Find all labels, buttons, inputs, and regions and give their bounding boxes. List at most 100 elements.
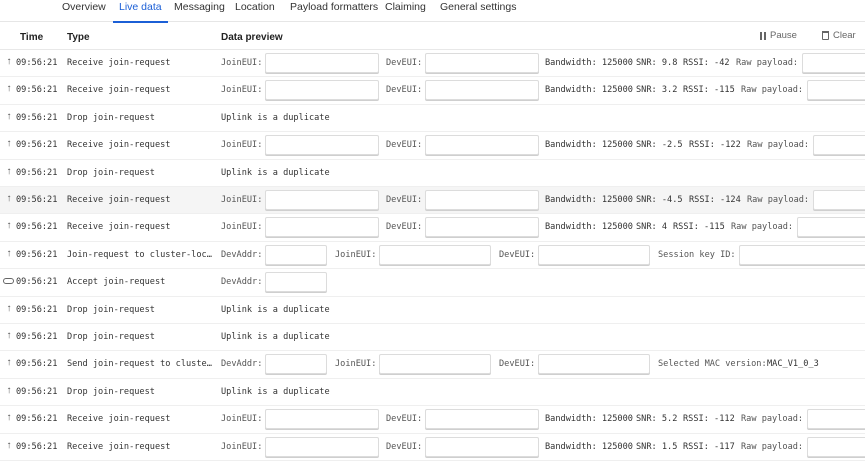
join-eui-value[interactable] — [265, 53, 379, 73]
clear-button[interactable]: Clear — [822, 30, 856, 41]
event-type: Drop join-request — [67, 332, 155, 342]
raw-payload-value[interactable] — [813, 135, 865, 156]
raw-payload-value[interactable] — [797, 217, 865, 238]
tab-messaging[interactable]: Messaging — [174, 0, 225, 22]
rssi-value: RSSI: -112 — [683, 414, 735, 425]
table-row[interactable]: ↑ 09:56:21 Drop join-request Uplink is a du… — [0, 324, 865, 352]
tab-claiming[interactable]: Claiming — [385, 0, 426, 22]
session-key-value[interactable] — [739, 244, 865, 265]
tab-general-settings[interactable]: General settings — [440, 0, 516, 22]
tab-live-data[interactable]: Live data — [113, 0, 168, 23]
data-preview: Uplink is a duplicate — [221, 297, 865, 324]
join-eui-label: JoinEUI: — [221, 441, 263, 452]
table-row[interactable]: ↑ 09:56:21 Send join-request to cluster… De… — [0, 351, 865, 379]
dev-eui-value[interactable] — [425, 190, 539, 210]
join-eui-label: JoinEUI: — [335, 359, 377, 370]
table-row[interactable]: ↑ 09:56:21 Receive join-request JoinEUI: Dev… — [0, 406, 865, 434]
table-row[interactable]: ↑ 09:56:21 Receive join-request JoinEUI: Dev… — [0, 50, 865, 78]
join-eui-value[interactable] — [379, 244, 491, 265]
raw-payload-value[interactable] — [807, 80, 865, 101]
raw-payload-label: Raw payload: — [731, 222, 794, 233]
table-row[interactable]: ↑ 09:56:21 Receive join-request JoinEUI: Dev… — [0, 434, 865, 461]
bandwidth-value: Bandwidth: 125000 — [545, 414, 633, 425]
arrow-up-icon: ↑ — [6, 110, 12, 122]
join-eui-value[interactable] — [265, 409, 379, 430]
dev-eui-label: DevEUI: — [386, 140, 423, 151]
table-row[interactable]: ↑ 09:56:21 Drop join-request Uplink is a du… — [0, 160, 865, 187]
raw-payload-value[interactable] — [807, 409, 865, 430]
dev-eui-label: DevEUI: — [386, 195, 423, 205]
data-preview: DevAddr: — [221, 269, 865, 296]
dev-eui-value[interactable] — [425, 217, 539, 238]
join-eui-value[interactable] — [265, 436, 379, 457]
table-row[interactable]: 09:56:21 Accept join-request DevAddr: — [0, 269, 865, 297]
snr-value: SNR: 3.2 — [636, 85, 678, 96]
table-row[interactable]: ↑ 09:56:21 Drop join-request Uplink is a du… — [0, 297, 865, 324]
dev-addr-value[interactable] — [265, 244, 327, 265]
dev-addr-value[interactable] — [265, 354, 327, 375]
data-preview: DevAddr: JoinEUI: DevEUI: Session key ID: — [221, 242, 865, 269]
pause-button-label: Pause — [770, 30, 797, 41]
data-preview: JoinEUI: DevEUI: Bandwidth: 125000 SNR: -4.… — [221, 187, 865, 214]
dev-eui-value[interactable] — [425, 135, 539, 156]
dev-addr-label: DevAddr: — [221, 249, 263, 260]
raw-payload-value[interactable] — [802, 53, 865, 73]
table-row[interactable]: ↑ 09:56:21 Drop join-request Uplink is a du… — [0, 379, 865, 407]
dev-addr-label: DevAddr: — [221, 359, 263, 370]
arrow-up-icon: ↑ — [6, 56, 12, 67]
column-header-time: Time — [20, 32, 44, 43]
dev-eui-value[interactable] — [425, 80, 539, 101]
table-row[interactable]: ↑ 09:56:21 Receive join-request JoinEUI: Dev… — [0, 132, 865, 160]
column-header-type: Type — [67, 32, 90, 43]
raw-payload-value[interactable] — [813, 190, 865, 210]
dev-eui-value[interactable] — [425, 436, 539, 457]
tab-bar: Overview Live data Messaging Location Pa… — [0, 0, 865, 23]
raw-payload-label: Raw payload: — [747, 195, 810, 205]
join-eui-value[interactable] — [379, 354, 491, 375]
join-eui-value[interactable] — [265, 217, 379, 238]
rssi-value: RSSI: -115 — [683, 85, 735, 96]
table-row[interactable]: ↑ 09:56:21 Receive join-request JoinEUI: Dev… — [0, 214, 865, 242]
dev-eui-label: DevEUI: — [499, 359, 536, 370]
dev-eui-value[interactable] — [538, 244, 650, 265]
table-row[interactable]: ↑ 09:56:21 Join-request to cluster-loca… De… — [0, 242, 865, 270]
dev-eui-label: DevEUI: — [499, 249, 536, 260]
bandwidth-value: Bandwidth: 125000 — [545, 195, 633, 205]
dev-addr-value[interactable] — [265, 272, 327, 293]
rssi-value: RSSI: -115 — [673, 222, 725, 233]
tab-payload-formatters[interactable]: Payload formatters — [290, 0, 378, 22]
dev-eui-label: DevEUI: — [386, 58, 423, 68]
tab-overview[interactable]: Overview — [62, 0, 106, 22]
raw-payload-label: Raw payload: — [741, 414, 804, 425]
bandwidth-value: Bandwidth: 125000 — [545, 441, 633, 452]
event-time: 09:56:21 — [16, 386, 58, 397]
arrow-up-icon: ↑ — [6, 165, 12, 177]
join-eui-value[interactable] — [265, 190, 379, 210]
data-preview: Uplink is a duplicate — [221, 160, 865, 187]
bandwidth-value: Bandwidth: 125000 — [545, 222, 633, 233]
event-type: Receive join-request — [67, 85, 171, 96]
dev-eui-value[interactable] — [425, 409, 539, 430]
arrow-up-icon: ↑ — [6, 330, 12, 341]
event-time: 09:56:21 — [16, 277, 58, 288]
event-type: Drop join-request — [67, 304, 155, 315]
table-row[interactable]: ↑ 09:56:21 Receive join-request JoinEUI: Dev… — [0, 77, 865, 105]
duplicate-message: Uplink is a duplicate — [221, 112, 330, 123]
dev-eui-value[interactable] — [425, 53, 539, 73]
table-row[interactable]: ↑ 09:56:21 Receive join-request JoinEUI: Dev… — [0, 187, 865, 215]
dev-eui-value[interactable] — [538, 354, 650, 375]
table-row[interactable]: ↑ 09:56:21 Drop join-request Uplink is a du… — [0, 105, 865, 133]
dev-eui-label: DevEUI: — [386, 441, 423, 452]
raw-payload-value[interactable] — [807, 436, 865, 457]
dev-eui-label: DevEUI: — [386, 414, 423, 425]
pause-button[interactable]: Pause — [760, 30, 797, 41]
arrow-up-icon: ↑ — [6, 302, 12, 314]
dev-eui-label: DevEUI: — [386, 85, 423, 96]
join-eui-label: JoinEUI: — [221, 140, 263, 151]
event-time: 09:56:21 — [16, 140, 58, 151]
join-eui-value[interactable] — [265, 80, 379, 101]
tab-location[interactable]: Location — [235, 0, 275, 22]
join-eui-value[interactable] — [265, 135, 379, 156]
join-eui-label: JoinEUI: — [221, 414, 263, 425]
table-header: Time Type Data preview Pause Clear — [0, 26, 865, 50]
